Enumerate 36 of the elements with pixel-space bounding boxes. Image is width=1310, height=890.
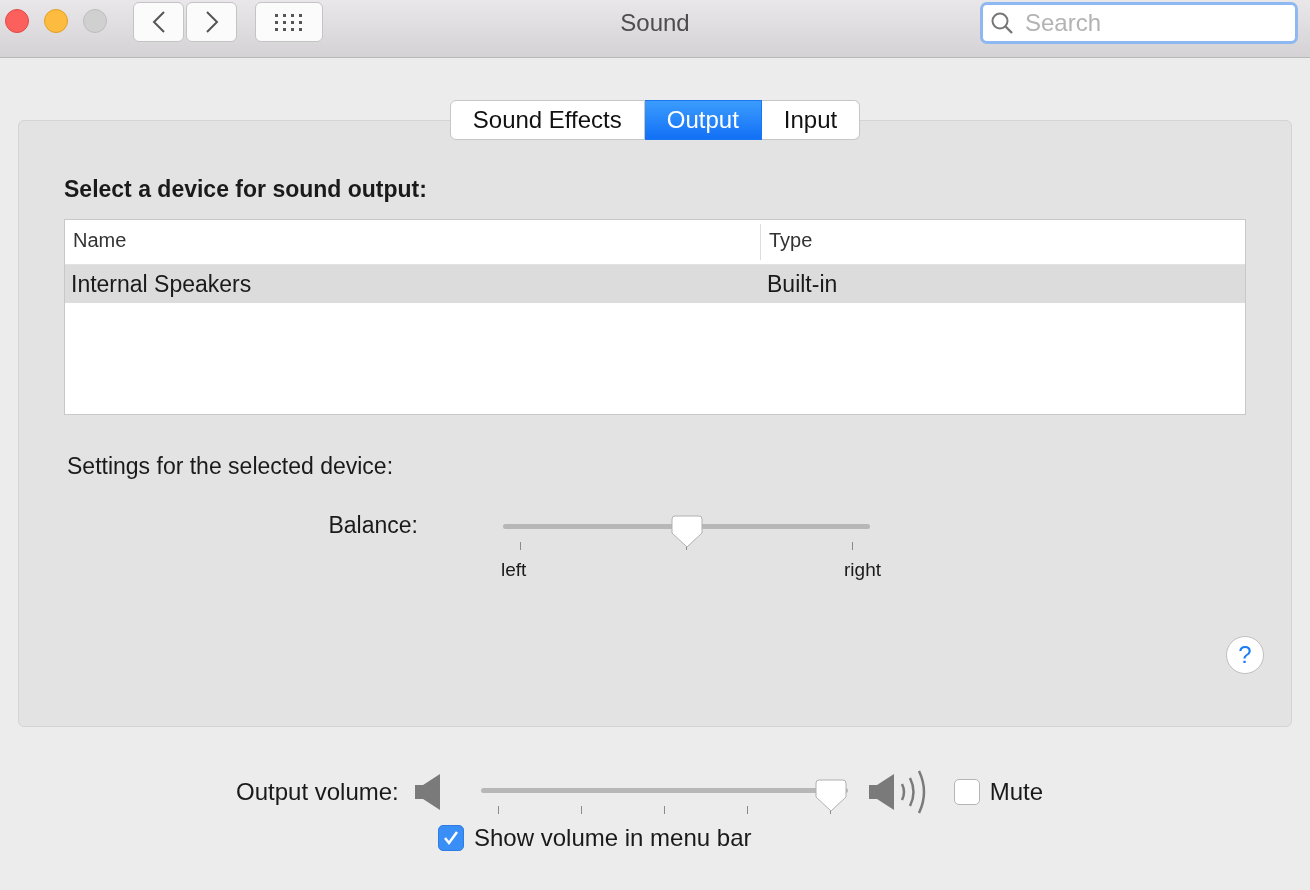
balance-slider[interactable] xyxy=(503,515,870,550)
output-volume-label: Output volume: xyxy=(236,778,399,806)
show-volume-checkbox[interactable] xyxy=(438,825,464,851)
minimize-button[interactable] xyxy=(44,8,68,33)
show-all-button[interactable] xyxy=(255,1,323,42)
window-title: Sound xyxy=(620,9,690,37)
section-heading: Select a device for sound output: xyxy=(64,176,428,203)
tick-label: right xyxy=(844,559,881,581)
settings-label: Settings for the selected device: xyxy=(67,453,395,480)
tab[interactable]: Sound Effects xyxy=(449,100,645,140)
back-button[interactable] xyxy=(133,1,184,42)
chevron-right-icon xyxy=(204,9,219,34)
mute-label: Mute xyxy=(989,778,1044,806)
chevron-left-icon xyxy=(151,9,166,34)
slider-thumb[interactable] xyxy=(669,515,704,549)
close-button[interactable] xyxy=(5,8,29,33)
device-row[interactable]: Internal Speakers Built-in xyxy=(65,265,1245,303)
tab[interactable]: Output xyxy=(644,100,762,140)
search-field[interactable]: Search xyxy=(980,2,1298,44)
help-button[interactable]: ? xyxy=(1226,636,1264,674)
speaker-quiet-icon xyxy=(413,773,442,811)
mute-checkbox[interactable] xyxy=(953,779,980,805)
tick-label: left xyxy=(501,559,527,581)
balance-label: Balance: xyxy=(327,512,418,539)
forward-button[interactable] xyxy=(186,1,237,42)
show-volume-label: Show volume in menu bar xyxy=(474,824,752,852)
checkmark-icon xyxy=(442,829,460,847)
table-cell-text: Built-in xyxy=(766,270,838,298)
volume-slider[interactable] xyxy=(480,778,848,814)
grid-icon xyxy=(274,12,304,31)
search-icon xyxy=(990,11,1014,35)
tab[interactable]: Input xyxy=(761,100,861,140)
column-header[interactable]: Type xyxy=(761,220,821,264)
column-header[interactable]: Name xyxy=(65,224,761,260)
table-cell-text: Internal Speakers xyxy=(70,270,253,298)
slider-thumb[interactable] xyxy=(813,778,848,813)
